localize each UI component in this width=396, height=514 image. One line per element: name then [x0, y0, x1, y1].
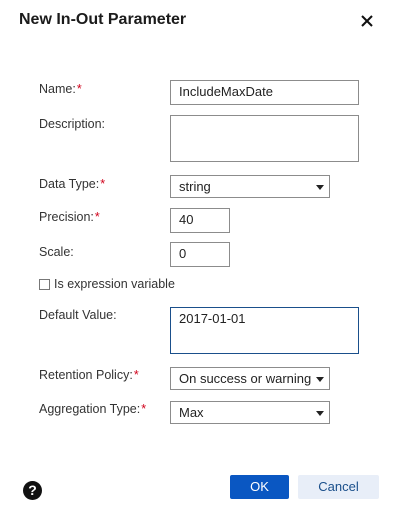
required-marker: *: [141, 402, 147, 416]
data-type-label-text: Data Type:: [39, 177, 100, 191]
description-label: Description:: [39, 117, 105, 131]
scale-label: Scale:: [39, 245, 74, 259]
scale-input[interactable]: 0: [170, 242, 230, 267]
retention-policy-value: On success or warning: [179, 371, 312, 386]
retention-policy-label-text: Retention Policy:: [39, 368, 133, 382]
required-marker: *: [76, 82, 82, 96]
required-marker: *: [133, 368, 139, 382]
aggregation-type-select[interactable]: Max: [170, 401, 330, 424]
name-input[interactable]: IncludeMaxDate: [170, 80, 359, 105]
name-label-text: Name:: [39, 82, 76, 96]
data-type-label: Data Type:*: [39, 177, 105, 191]
help-icon[interactable]: ?: [23, 481, 42, 500]
aggregation-type-label: Aggregation Type:*: [39, 402, 146, 416]
default-value-label-text: Default Value:: [39, 308, 117, 322]
chevron-down-icon: [316, 377, 324, 382]
default-value-textarea[interactable]: 2017-01-01: [170, 307, 359, 354]
dialog-title: New In-Out Parameter: [19, 11, 187, 28]
aggregation-type-value: Max: [179, 405, 204, 420]
description-textarea[interactable]: [170, 115, 359, 162]
precision-label: Precision:*: [39, 210, 100, 224]
required-marker: *: [94, 210, 100, 224]
precision-label-text: Precision:: [39, 210, 94, 224]
retention-policy-label: Retention Policy:*: [39, 368, 139, 382]
required-marker: *: [100, 177, 106, 191]
retention-policy-select[interactable]: On success or warning: [170, 367, 330, 390]
aggregation-type-label-text: Aggregation Type:: [39, 402, 141, 416]
description-label-text: Description:: [39, 117, 105, 131]
is-expression-label: Is expression variable: [54, 277, 175, 291]
scale-label-text: Scale:: [39, 245, 74, 259]
precision-input[interactable]: 40: [170, 208, 230, 233]
data-type-value: string: [179, 179, 211, 194]
is-expression-checkbox[interactable]: [39, 279, 50, 290]
chevron-down-icon: [316, 411, 324, 416]
cancel-button[interactable]: Cancel: [298, 475, 379, 499]
name-label: Name:*: [39, 82, 82, 96]
new-in-out-parameter-dialog: New In-Out Parameter Name:* IncludeMaxDa…: [0, 0, 396, 514]
data-type-select[interactable]: string: [170, 175, 330, 198]
default-value-label: Default Value:: [39, 308, 117, 322]
close-icon[interactable]: [356, 10, 378, 32]
chevron-down-icon: [316, 185, 324, 190]
ok-button[interactable]: OK: [230, 475, 289, 499]
